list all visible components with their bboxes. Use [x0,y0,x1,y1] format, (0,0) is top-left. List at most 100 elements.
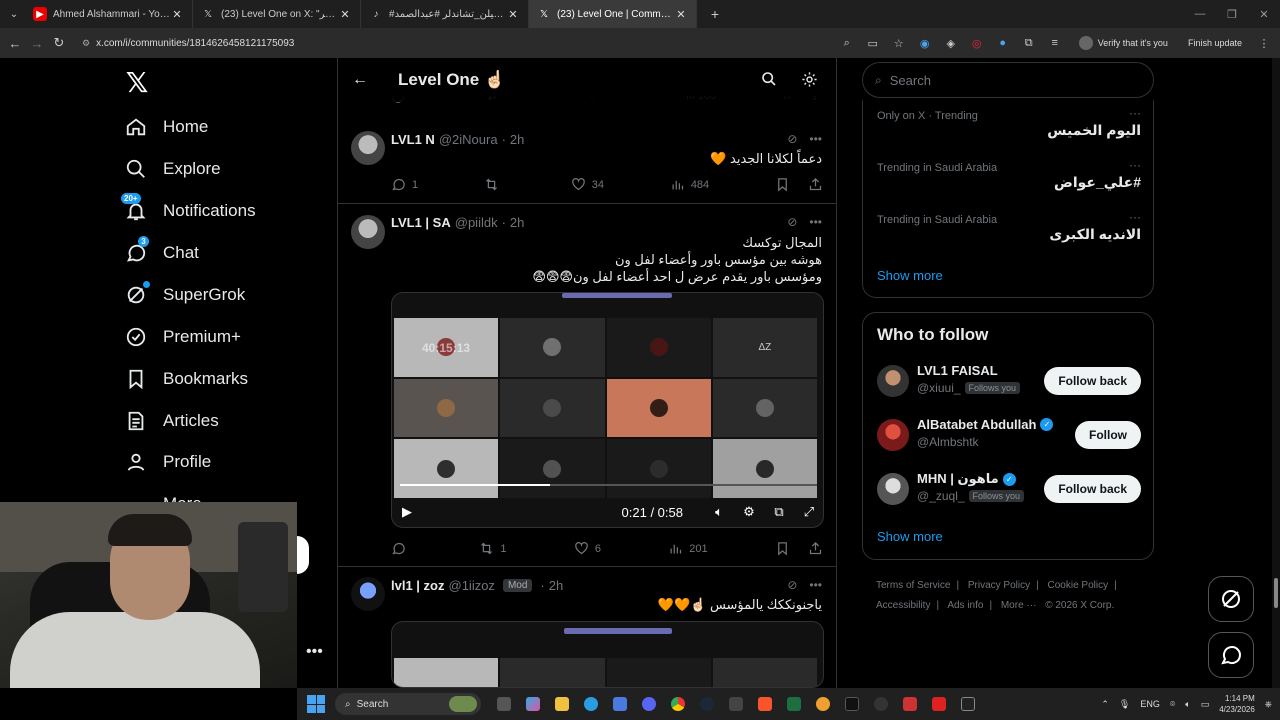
minimize-icon[interactable]: — [1184,0,1216,28]
post-button[interactable] [297,536,309,574]
sidebar-item-profile[interactable]: Profile [124,445,211,479]
avatar[interactable] [351,577,385,611]
sidebar-item-articles[interactable]: Articles [124,404,219,438]
share-icon[interactable] [808,541,823,556]
sidebar-item-notifications[interactable]: 20+ Notifications [121,193,256,228]
more-icon[interactable]: ··· [1129,210,1141,224]
follow-suggestion[interactable]: MHN | ماهون ✓ @_zuql_ Follows you Follow b… [877,469,1141,509]
footer-link[interactable]: Accessibility [876,600,930,611]
repost-button[interactable] [484,177,505,192]
author-name[interactable]: LVL1 | SA [391,215,451,230]
author-name[interactable]: LVL1 N [391,132,435,147]
search-icon[interactable] [760,70,778,88]
author-handle[interactable]: @2iNoura [439,132,498,147]
settings-icon[interactable]: ⚙ [741,504,757,520]
x-logo[interactable]: 𝕏 [122,68,152,98]
bookmark-icon[interactable] [775,177,790,192]
chevron-up-icon[interactable]: ⌃ [1101,699,1109,710]
sidebar-item-premium[interactable]: Premium+ [124,320,241,354]
sidebar-item-bookmarks[interactable]: Bookmarks [124,362,248,396]
windows-start-icon[interactable] [307,695,325,713]
finish-update-button[interactable]: Finish update [1182,38,1248,48]
more-icon[interactable]: ••• [809,132,822,146]
more-icon[interactable]: ··· [1129,158,1141,172]
avatar[interactable] [351,215,385,249]
messages-button[interactable] [1208,632,1254,678]
excel-icon[interactable] [779,692,808,716]
video-player[interactable]: ΔZ 40:15:13 ▶ 0:21 / 0:58 🔈︎ ⚙ ⧉ ⤢ [391,292,824,528]
grok-button[interactable] [1208,576,1254,622]
tab-1[interactable]: 𝕏 (23) Level One on X: "الهدف أكبر ✕ [193,0,361,28]
forward-icon[interactable]: → [26,36,48,51]
author-handle[interactable]: @1iizoz [449,578,495,593]
task-view-icon[interactable] [489,692,518,716]
extension-icon[interactable]: ◈ [941,37,961,50]
follow-back-button[interactable]: Follow back [1044,475,1141,503]
network-icon[interactable]: ⌾ [1170,699,1175,710]
volume-icon[interactable]: 🔈︎ [711,504,727,520]
more-icon[interactable]: ••• [809,215,822,229]
video-progress-bar[interactable] [400,484,817,486]
app-icon[interactable] [895,692,924,716]
volume-icon[interactable]: 🔈︎ [1185,699,1190,710]
mic-icon[interactable]: 🎙︎ [1119,699,1130,710]
extension-icon[interactable]: ◎ [967,37,987,50]
sidebar-item-supergrok[interactable]: SuperGrok [124,278,245,312]
scrollbar[interactable] [1272,58,1280,688]
like-button[interactable]: 6 [574,541,601,556]
star-icon[interactable]: ☆ [889,37,909,50]
views-button[interactable]: 201 [668,541,708,556]
follow-back-button[interactable]: Follow back [1044,367,1141,395]
language-indicator[interactable]: ENG [1140,699,1160,709]
show-more-link[interactable]: Show more [877,268,943,283]
fullscreen-icon[interactable]: ⤢ [801,504,817,520]
discord-icon[interactable] [634,692,663,716]
tiktok-icon[interactable] [837,692,866,716]
trend-item[interactable]: Trending in Saudi Arabia ··· #علي_عواض [877,158,1141,190]
trend-item[interactable]: Trending in Saudi Arabia ··· الانديه الك… [877,210,1141,242]
gear-icon[interactable] [800,70,818,88]
capcut-icon[interactable] [953,692,982,716]
account-more-icon[interactable]: ••• [306,643,323,661]
grok-icon[interactable]: ⊘ [787,132,797,146]
back-arrow-icon[interactable]: ← [352,71,370,89]
avatar[interactable] [877,473,909,505]
battery-icon[interactable]: ▭ [1201,699,1210,710]
maximize-icon[interactable]: ❐ [1216,0,1248,28]
post-time[interactable]: 2h [510,215,524,230]
obs-icon[interactable] [866,692,895,716]
grok-icon[interactable]: ⊘ [787,578,797,592]
tab-close-icon[interactable]: ✕ [506,8,520,21]
scrollbar-thumb[interactable] [1274,578,1278,608]
store-icon[interactable] [605,692,634,716]
reply-button[interactable] [391,541,412,556]
cast-icon[interactable]: ▭ [863,37,883,50]
avatar[interactable] [877,419,909,451]
back-icon[interactable]: ← [4,36,26,51]
chat-app-icon[interactable] [808,692,837,716]
trend-item[interactable]: Only on X · Trending ··· اليوم الخميس [877,106,1141,138]
tab-3[interactable]: 𝕏 (23) Level One | Community / X ✕ [529,0,697,28]
video-player-2[interactable] [391,621,824,688]
footer-link[interactable]: Cookie Policy [1048,580,1109,591]
tab-0[interactable]: ▶ Ahmed Alshammari - YouTube ✕ [25,0,193,28]
like-button[interactable]: 34 [571,177,604,192]
brave-icon[interactable] [750,692,779,716]
zoom-icon[interactable]: ⌕ [837,37,857,50]
app-icon[interactable] [924,692,953,716]
url-field[interactable]: ⚙ x.com/i/communities/181462645812117509… [82,38,294,49]
avatar[interactable] [877,365,909,397]
more-icon[interactable]: ··· [1129,106,1141,120]
reading-list-icon[interactable]: ≡ [1045,37,1065,49]
new-tab-button[interactable]: + [705,4,725,24]
menu-icon[interactable]: ⋮ [1254,37,1274,50]
search-input[interactable]: ⌕ Search [862,62,1154,98]
tab-close-icon[interactable]: ✕ [674,8,688,21]
profile-button[interactable]: Verify that it's you [1071,36,1176,50]
sidebar-item-explore[interactable]: Explore [124,152,221,186]
file-explorer-icon[interactable] [547,692,576,716]
close-icon[interactable]: ✕ [1248,0,1280,28]
footer-link[interactable]: More ··· [1001,600,1037,611]
tab-search-button[interactable]: ⌄ [3,3,25,25]
author-handle[interactable]: @piildk [455,215,498,230]
